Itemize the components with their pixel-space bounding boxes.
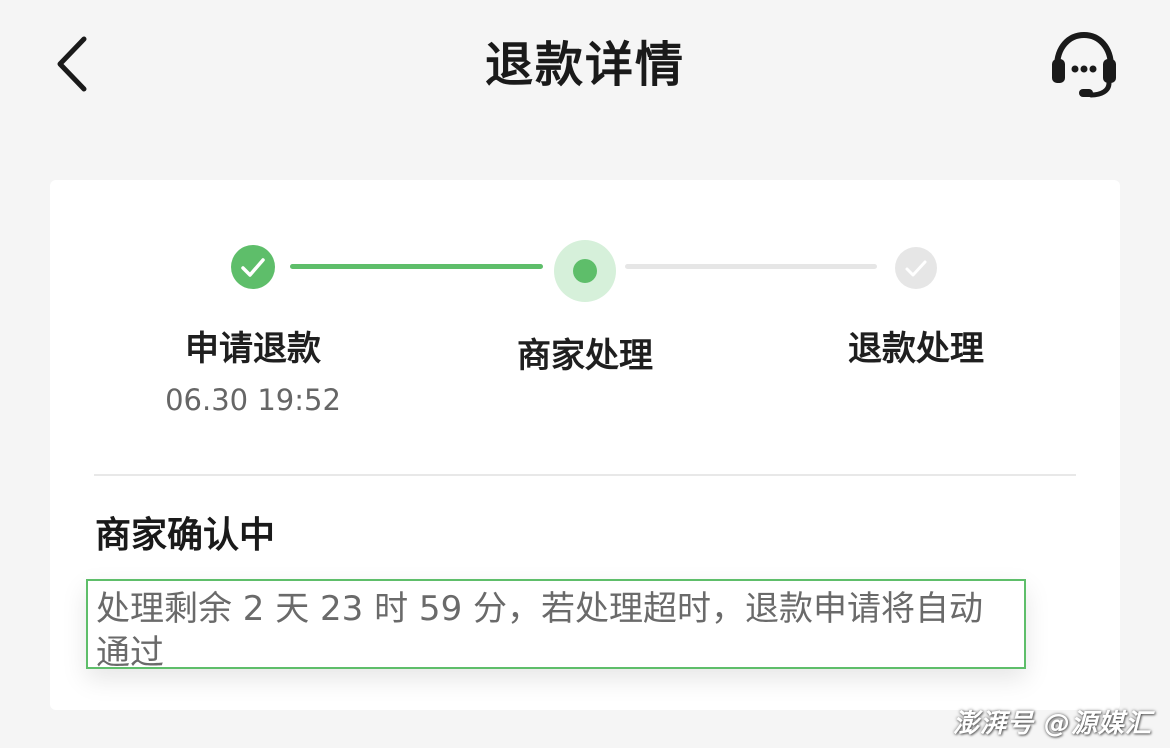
progress-line-completed [290,264,543,269]
customer-service-button[interactable] [1046,26,1122,102]
step-2-label: 商家处理 [517,336,653,376]
step-3-check-icon [895,247,937,289]
step-1-check-icon [231,245,275,289]
step-2-current-dot-icon [554,240,616,302]
progress-line-pending [625,264,877,269]
watermark: 澎湃号 @源媒汇 [952,709,1152,739]
status-title: 商家确认中 [95,515,276,556]
page-title: 退款详情 [484,37,685,93]
step-3-label: 退款处理 [848,329,984,369]
step-1-time: 06.30 19:52 [165,383,341,417]
divider [94,474,1076,476]
step-1-label: 申请退款 [185,329,321,369]
nav-bar: 退款详情 [0,0,1170,130]
status-description: 处理剩余 2 天 23 时 59 分，若处理超时，退款申请将自动通过 [86,579,1026,673]
headset-icon [1052,31,1116,98]
